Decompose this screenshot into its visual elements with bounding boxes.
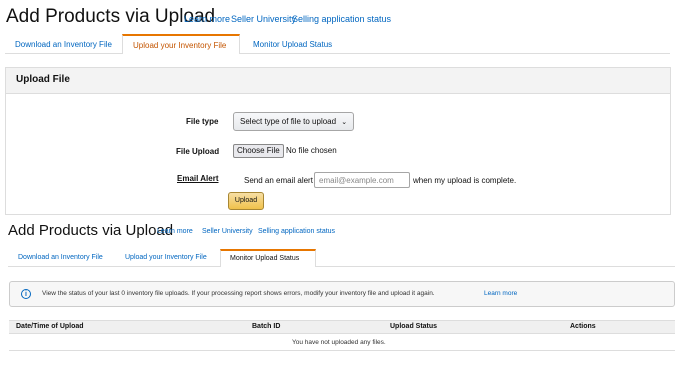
- choose-file-button[interactable]: Choose File: [233, 144, 284, 158]
- tab-bar: [5, 53, 670, 54]
- no-file-chosen-text: No file chosen: [286, 146, 337, 155]
- file-upload-label: File Upload: [176, 147, 220, 156]
- tab-download-inventory-file-secondary[interactable]: Download an Inventory File: [18, 254, 103, 261]
- column-header-batch-id: Batch ID: [252, 323, 281, 330]
- tab-bar-secondary: [8, 266, 675, 267]
- panel-title: Upload File: [16, 74, 70, 85]
- tab-label: Monitor Upload Status: [230, 255, 300, 262]
- column-header-actions: Actions: [570, 323, 596, 330]
- tab-monitor-upload-status[interactable]: Monitor Upload Status: [253, 40, 332, 49]
- page-title-secondary: Add Products via Upload: [8, 222, 174, 239]
- info-learn-more-link[interactable]: Learn more: [484, 290, 517, 297]
- selling-application-status-link[interactable]: Selling application status: [292, 14, 391, 24]
- tab-label: Upload your Inventory File: [133, 41, 227, 50]
- info-icon: i: [21, 289, 31, 299]
- email-alert-label[interactable]: Email Alert: [177, 174, 219, 183]
- file-type-label: File type: [186, 117, 219, 126]
- upload-complete-text: when my upload is complete.: [413, 176, 517, 185]
- column-header-upload-status: Upload Status: [390, 323, 438, 330]
- send-email-alert-text: Send an email alert: [244, 176, 313, 185]
- learn-more-link[interactable]: Learn more: [184, 14, 230, 24]
- seller-university-link-secondary[interactable]: Seller University: [202, 228, 253, 235]
- file-type-value: Select type of file to upload: [240, 117, 337, 126]
- info-alert: i View the status of your last 0 invento…: [9, 281, 675, 307]
- column-header-date-time: Date/Time of Upload: [16, 323, 84, 330]
- panel-header: Upload File: [6, 68, 670, 94]
- learn-more-link-secondary[interactable]: Learn more: [157, 228, 193, 235]
- tab-download-inventory-file[interactable]: Download an Inventory File: [15, 40, 112, 49]
- table-bottom-divider: [9, 350, 675, 351]
- seller-university-link[interactable]: Seller University: [231, 14, 296, 24]
- upload-file-panel: Upload File: [5, 67, 671, 215]
- upload-button[interactable]: Upload: [228, 192, 264, 210]
- empty-table-message: You have not uploaded any files.: [292, 339, 386, 346]
- info-text: View the status of your last 0 inventory…: [42, 290, 435, 297]
- chevron-down-icon: ⌄: [341, 119, 348, 126]
- file-type-select[interactable]: Select type of file to upload ⌄: [233, 112, 355, 131]
- selling-application-status-link-secondary[interactable]: Selling application status: [258, 228, 335, 235]
- tab-upload-inventory-file-secondary[interactable]: Upload your Inventory File: [125, 254, 207, 261]
- tab-monitor-upload-status-secondary[interactable]: Monitor Upload Status: [220, 249, 316, 267]
- email-field[interactable]: email@example.com: [314, 172, 410, 188]
- tab-upload-inventory-file[interactable]: Upload your Inventory File: [122, 34, 240, 54]
